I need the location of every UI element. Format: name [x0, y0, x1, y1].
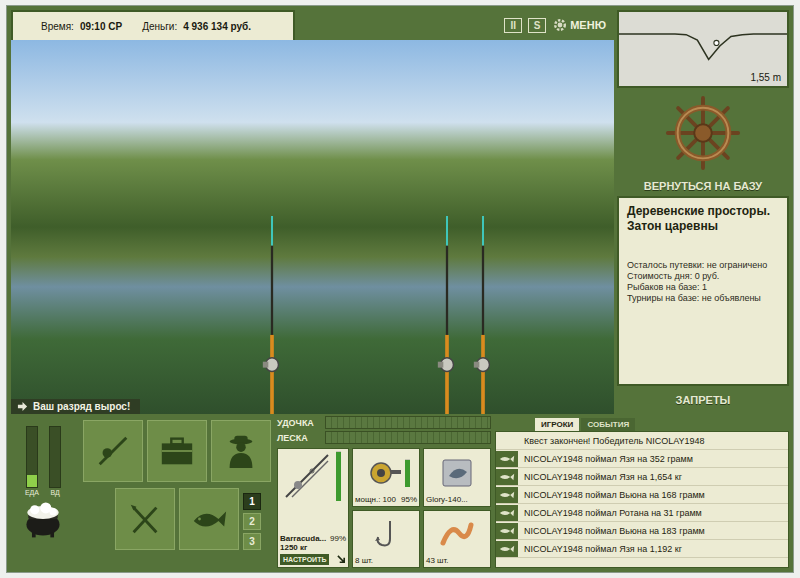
status-bar: Время: 09:10 СР Деньги: 4 936 134 руб.	[11, 10, 295, 40]
location-name: Деревенские просторы. Затон царевны	[627, 204, 779, 234]
notification[interactable]: Ваш разряд вырос!	[11, 399, 140, 414]
rod-name: Barracuda...	[280, 534, 326, 543]
lure-card[interactable]: Glory-140...	[423, 448, 491, 507]
location-detail: Рыбаков на базе: 1	[627, 282, 779, 292]
top-controls: II S МЕНЮ	[504, 10, 614, 40]
time-label: Время:	[41, 21, 74, 32]
feed-entry: NICOLAY1948 поймал Язя на 1,654 кг	[496, 468, 788, 486]
needs-panel: ЕДА ВД	[11, 420, 75, 568]
slot-button[interactable]: 1	[243, 493, 261, 510]
hook-icon	[366, 519, 406, 549]
location-detail: Осталось путевки: не ограничено	[627, 260, 779, 270]
tackle-caption: мощн.: 100	[355, 495, 396, 504]
event-feed: ИГРОКИСОБЫТИЯКвест закончен! Победитель …	[495, 416, 789, 568]
feed-entry: NICOLAY1948 поймал Язя на 352 грамм	[496, 450, 788, 468]
slot-button[interactable]: 3	[243, 533, 261, 550]
reel-icon	[363, 458, 403, 488]
food-button[interactable]	[115, 488, 175, 550]
header-bar: Время: 09:10 СР Деньги: 4 936 134 руб. II S МЕ…	[11, 10, 614, 40]
expand-arrow-icon[interactable]	[337, 555, 346, 564]
page: Время: 09:10 СР Деньги: 4 936 134 руб. II S МЕ…	[0, 0, 800, 578]
arrow-icon	[17, 401, 28, 412]
rod-condition: 99%	[330, 534, 346, 543]
return-button[interactable]: ВЕРНУТЬСЯ НА БАЗУ	[617, 176, 789, 196]
control-panel: ЕДА ВД 1 2 3 УДОЧКА ЛЕСКА Barracuda... 99%1250 к…	[11, 416, 789, 568]
tackle-caption: 43 шт.	[426, 556, 449, 565]
hook-card[interactable]: 8 шт.	[352, 510, 420, 569]
rod-card[interactable]: Barracuda... 99%1250 кг НАСТРОИТЬ	[277, 448, 349, 568]
location-detail: Стоимость дня: 0 руб.	[627, 271, 779, 281]
feed-entry: NICOLAY1948 поймал Язя на 1,192 кг	[496, 540, 788, 558]
rods-button[interactable]	[83, 420, 143, 482]
fishing-scene[interactable]: Ваш разряд вырос!	[11, 40, 614, 414]
rod-capacity: 1250 кг	[280, 543, 346, 552]
cauldron-icon[interactable]	[20, 500, 66, 538]
catch-button[interactable]	[179, 488, 239, 550]
tackle-caption: Glory-140...	[426, 495, 468, 504]
feed-entry: NICOLAY1948 поймал Вьюна на 168 грамм	[496, 486, 788, 504]
lure-icon	[437, 458, 477, 488]
fish-icon	[499, 509, 515, 517]
bait-card[interactable]: 43 шт.	[423, 510, 491, 569]
float-marker	[714, 40, 719, 45]
fork-knife-icon	[126, 500, 164, 538]
need-meter: ВД	[49, 426, 61, 496]
depth-chart: 1,55 m	[617, 10, 789, 88]
feed-tab[interactable]: ИГРОКИ	[535, 418, 579, 431]
time-value: 09:10 СР	[80, 21, 122, 32]
money-value: 4 936 134 руб.	[183, 21, 251, 32]
feed-entry: Квест закончен! Победитель NICOLAY1948	[496, 432, 788, 450]
sound-button[interactable]: S	[528, 18, 546, 33]
worm-icon	[437, 519, 477, 549]
setup-button[interactable]: НАСТРОИТЬ	[280, 554, 329, 565]
location-info: Деревенские просторы. Затон царевны Остал…	[617, 196, 789, 386]
bans-button[interactable]: ЗАПРЕТЫ	[617, 386, 789, 414]
tension-meter: УДОЧКА	[277, 416, 491, 429]
fish-icon	[499, 545, 515, 553]
tackle-box-button[interactable]	[147, 420, 207, 482]
fish-icon	[190, 500, 228, 538]
rod-icon	[94, 432, 132, 470]
fishing-rod[interactable]	[472, 216, 494, 414]
tension-meter: ЛЕСКА	[277, 431, 491, 444]
rod-icon	[280, 451, 334, 501]
reel-card[interactable]: мощн.: 100 95%	[352, 448, 420, 507]
fisherman-button[interactable]	[211, 420, 271, 482]
side-panel: 1,55 mВЕРНУТЬСЯ НА БАЗУДеревенские прост…	[617, 10, 789, 414]
fishing-rod[interactable]	[261, 216, 283, 414]
pause-button[interactable]: II	[504, 18, 522, 33]
money-label: Деньги:	[142, 21, 177, 32]
tackle-condition: 95%	[401, 495, 417, 504]
rod-slots: 1 2 3	[243, 488, 261, 550]
tackle-box-icon	[158, 432, 196, 470]
ship-wheel-icon[interactable]	[664, 94, 742, 172]
menu-button[interactable]: МЕНЮ	[552, 17, 606, 33]
feed-tab[interactable]: СОБЫТИЯ	[581, 418, 635, 431]
location-detail: Турниры на базе: не объявлены	[627, 293, 779, 303]
tackle-caption: 8 шт.	[355, 556, 373, 565]
fish-icon	[499, 455, 515, 463]
feed-entry: NICOLAY1948 поймал Вьюна на 183 грамм	[496, 522, 788, 540]
fishing-rod[interactable]	[436, 216, 458, 414]
slot-button[interactable]: 2	[243, 513, 261, 530]
fish-icon	[499, 527, 515, 535]
gear-icon	[552, 17, 568, 33]
fisherman-icon	[222, 432, 260, 470]
feed-entry: NICOLAY1948 поймал Ротана на 31 грамм	[496, 504, 788, 522]
fish-icon	[499, 473, 515, 481]
fish-icon	[499, 491, 515, 499]
depth-reading: 1,55 m	[750, 72, 781, 83]
game-window: Время: 09:10 СР Деньги: 4 936 134 руб. II S МЕ…	[6, 5, 794, 573]
need-meter: ЕДА	[25, 426, 39, 496]
